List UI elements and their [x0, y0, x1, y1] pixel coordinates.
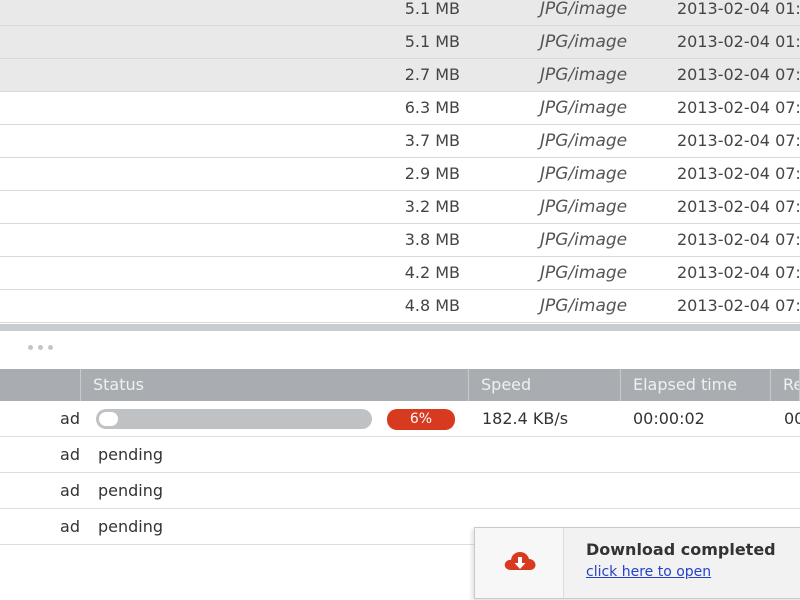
file-date: 2013-02-04 07:	[677, 131, 800, 150]
cloud-download-icon	[504, 552, 536, 570]
file-row[interactable]: 6.3 MB JPG/image 2013-02-04 07:	[0, 92, 800, 125]
app-window: 5.1 MB JPG/image 2013-02-04 01: 5.1 MB JPG/i…	[0, 0, 800, 600]
file-row[interactable]: 4.8 MB JPG/image 2013-02-04 07:	[0, 290, 800, 323]
download-progress-bar	[96, 409, 372, 429]
column-header-remaining[interactable]: Re	[771, 369, 800, 401]
file-row[interactable]: 2.7 MB JPG/image 2013-02-04 07:	[0, 59, 800, 92]
file-type: JPG/image	[540, 98, 628, 118]
download-name: ad	[60, 517, 80, 536]
download-name: ad	[60, 481, 80, 500]
column-header-status[interactable]: Status	[81, 369, 469, 401]
file-row[interactable]: 5.1 MB JPG/image 2013-02-04 01:	[0, 26, 800, 59]
file-type: JPG/image	[540, 263, 628, 283]
notification-title: Download completed	[586, 540, 776, 559]
column-header-speed[interactable]: Speed	[469, 369, 621, 401]
file-row[interactable]: 3.7 MB JPG/image 2013-02-04 07:	[0, 125, 800, 158]
progress-percent-badge: 6%	[387, 409, 455, 430]
download-row[interactable]: ad pending	[0, 437, 800, 473]
file-size: 3.2 MB	[404, 197, 460, 216]
file-type: JPG/image	[540, 197, 628, 217]
file-size: 4.2 MB	[404, 263, 460, 282]
file-date: 2013-02-04 01:	[677, 0, 800, 18]
file-type: JPG/image	[540, 0, 628, 19]
file-size: 2.9 MB	[404, 164, 460, 183]
download-row[interactable]: ad 6% 182.4 KB/s 00:00:02 00	[0, 401, 800, 437]
file-date: 2013-02-04 07:	[677, 65, 800, 84]
download-row[interactable]: ad pending	[0, 473, 800, 509]
file-date: 2013-02-04 07:	[677, 164, 800, 183]
download-speed: 182.4 KB/s	[482, 409, 569, 428]
column-header-elapsed[interactable]: Elapsed time	[621, 369, 771, 401]
progress-fill	[99, 412, 118, 426]
file-list: 5.1 MB JPG/image 2013-02-04 01: 5.1 MB JPG/i…	[0, 0, 800, 325]
file-type: JPG/image	[540, 296, 628, 316]
file-date: 2013-02-04 07:	[677, 197, 800, 216]
file-size: 4.8 MB	[404, 296, 460, 315]
file-size: 3.7 MB	[404, 131, 460, 150]
file-row[interactable]: 2.9 MB JPG/image 2013-02-04 07:	[0, 158, 800, 191]
download-name: ad	[60, 445, 80, 464]
column-header-name[interactable]	[0, 369, 81, 401]
file-type: JPG/image	[540, 164, 628, 184]
file-size: 2.7 MB	[404, 65, 460, 84]
file-row[interactable]: 5.1 MB JPG/image 2013-02-04 01:	[0, 0, 800, 26]
download-status: pending	[98, 445, 164, 464]
pane-splitter[interactable]	[0, 324, 800, 331]
download-status: pending	[98, 517, 164, 536]
file-size: 5.1 MB	[404, 0, 460, 18]
remaining-time: 00	[784, 409, 800, 428]
file-row[interactable]: 3.2 MB JPG/image 2013-02-04 07:	[0, 191, 800, 224]
file-row[interactable]: 4.2 MB JPG/image 2013-02-04 07:	[0, 257, 800, 290]
file-size: 5.1 MB	[404, 32, 460, 51]
file-date: 2013-02-04 07:	[677, 296, 800, 315]
file-date: 2013-02-04 01:	[677, 32, 800, 51]
open-download-link[interactable]: click here to open	[586, 564, 711, 580]
grip-handle-icon[interactable]	[28, 345, 53, 353]
downloads-table-header: StatusSpeedElapsed timeRe	[0, 369, 800, 401]
file-type: JPG/image	[540, 65, 628, 85]
download-name: ad	[60, 409, 80, 428]
file-type: JPG/image	[540, 230, 628, 250]
file-date: 2013-02-04 07:	[677, 230, 800, 249]
file-size: 6.3 MB	[404, 98, 460, 117]
file-row[interactable]: 3.8 MB JPG/image 2013-02-04 07:	[0, 224, 800, 257]
file-date: 2013-02-04 07:	[677, 98, 800, 117]
download-status: pending	[98, 481, 164, 500]
notification-icon-box	[475, 528, 564, 598]
file-date: 2013-02-04 07:	[677, 263, 800, 282]
file-type: JPG/image	[540, 131, 628, 151]
file-type: JPG/image	[540, 32, 628, 52]
file-size: 3.8 MB	[404, 230, 460, 249]
download-notification[interactable]: Download completed click here to open	[474, 527, 800, 599]
elapsed-time: 00:00:02	[633, 409, 705, 428]
